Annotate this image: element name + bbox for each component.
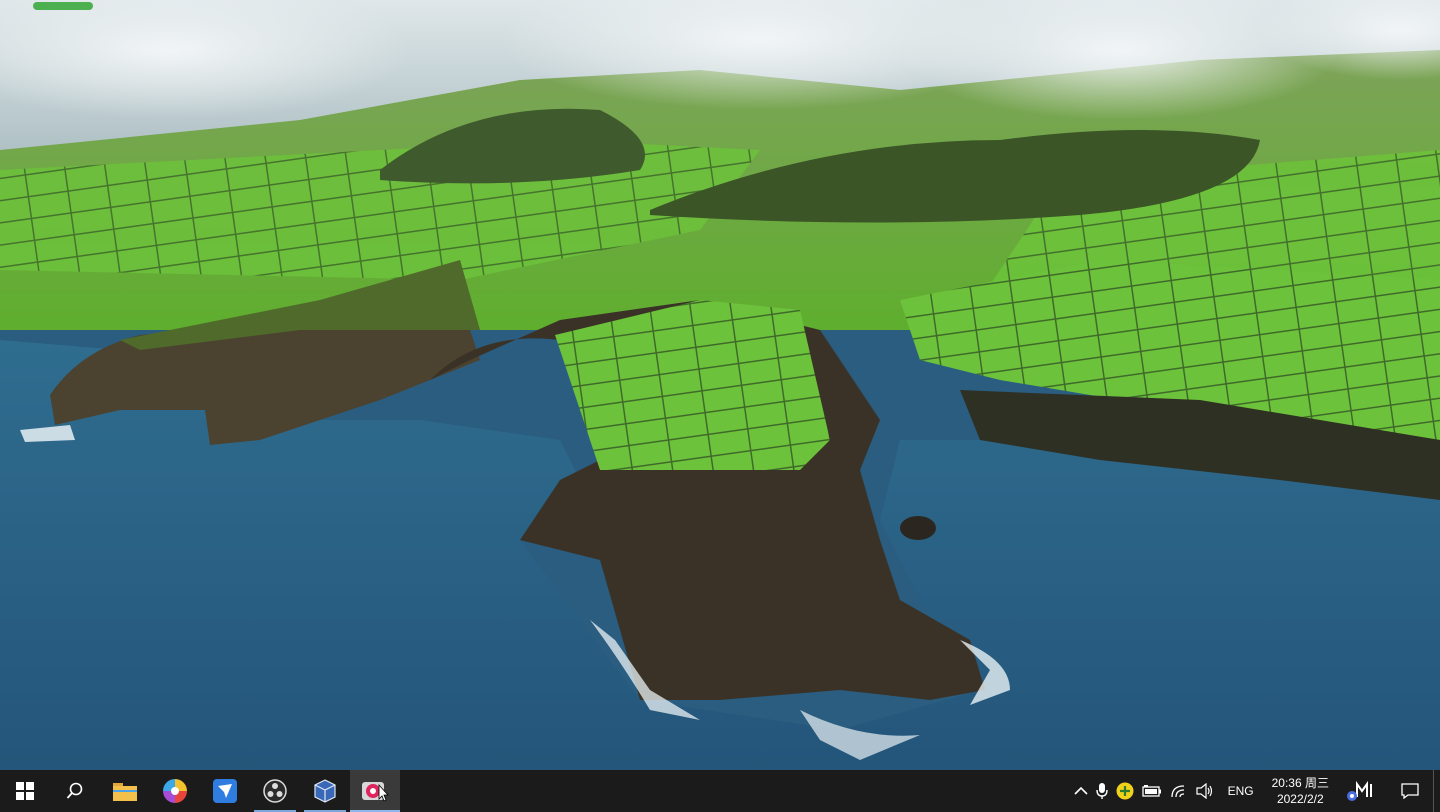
wallpaper-image (0, 0, 1440, 770)
input-language-indicator[interactable]: ENG (1218, 784, 1264, 798)
virtualbox-icon (314, 779, 336, 803)
file-explorer-icon (113, 783, 137, 801)
show-desktop-button[interactable] (1433, 770, 1440, 812)
notification-icon (1401, 783, 1419, 799)
microphone-tray-button[interactable] (1092, 770, 1112, 812)
desktop (0, 0, 1440, 770)
recorder-app-icon (362, 782, 389, 802)
battery-tray-button[interactable] (1138, 770, 1166, 812)
badge-app-icon (1116, 782, 1134, 800)
top-progress-indicator (33, 2, 93, 10)
volume-tray-button[interactable] (1192, 770, 1218, 812)
search-button[interactable] (50, 770, 100, 812)
clock-date: 2022/2/2 (1276, 792, 1324, 806)
network-tray-button[interactable] (1166, 770, 1192, 812)
taskbar-app-file-explorer[interactable] (100, 770, 150, 812)
taskbar-app-obs[interactable] (250, 770, 300, 812)
microphone-icon (1095, 783, 1108, 799)
badge-app-tray-button[interactable] (1112, 770, 1138, 812)
meet-app-tray-button[interactable] (1337, 770, 1387, 812)
top-progress-indicator-fill (33, 2, 93, 10)
taskbar: ENG 20:36 周三 2022/2/2 (0, 770, 1440, 812)
system-tray: ENG 20:36 周三 2022/2/2 (1070, 770, 1440, 812)
speaker-icon (1196, 783, 1212, 799)
clock[interactable]: 20:36 周三 2022/2/2 (1264, 775, 1337, 807)
wifi-icon (1170, 785, 1184, 798)
obs-studio-icon (263, 779, 287, 803)
windows-start-icon (16, 782, 34, 800)
feishu-app-icon (213, 779, 237, 803)
color-wheel-app-icon (163, 779, 187, 803)
battery-icon (1141, 785, 1161, 797)
meet-app-icon (1347, 780, 1372, 801)
taskbar-app-virtualbox[interactable] (300, 770, 350, 812)
clock-time: 20:36 周三 (1271, 776, 1329, 790)
taskbar-app-feishu[interactable] (200, 770, 250, 812)
show-hidden-icons-button[interactable] (1070, 770, 1092, 812)
taskbar-app-recorder[interactable] (350, 770, 400, 812)
start-button[interactable] (0, 770, 50, 812)
action-center-button[interactable] (1387, 770, 1433, 812)
chevron-up-icon (1074, 786, 1088, 795)
search-icon (66, 782, 83, 799)
taskbar-app-color-wheel[interactable] (150, 770, 200, 812)
